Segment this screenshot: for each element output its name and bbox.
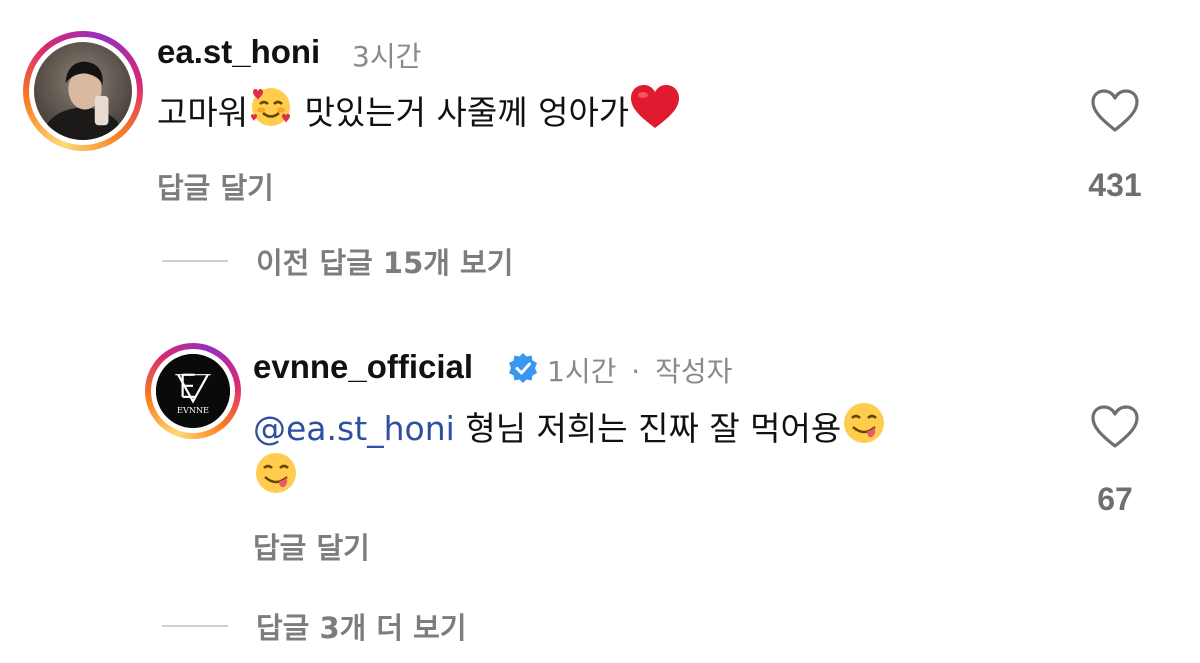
comment-text-part: 맛있는거 사줄께 엉아가 (294, 93, 630, 132)
face-savoring-food-icon (841, 400, 887, 461)
comment-text: @ea.st_honi 형님 저희는 진짜 잘 먹어용 (253, 400, 887, 461)
avatar-ea-st-honi[interactable] (23, 31, 143, 151)
comment-thread: ea.st_honi 3시간 고마워 맛있는거 사줄께 엉아가 답글 달기 43… (0, 0, 1200, 663)
comment-text-part: 형님 저희는 진짜 잘 먹어용 (454, 409, 842, 448)
reply-button[interactable]: 답글 달기 (253, 525, 370, 567)
smiling-face-with-hearts-icon (248, 84, 294, 145)
mention-link[interactable]: @ea.st_honi (253, 409, 455, 448)
comment-time: 1시간 (547, 355, 617, 388)
comment-username[interactable]: ea.st_honi (157, 33, 320, 71)
avatar-evnne-official[interactable]: EVNNE (145, 343, 241, 439)
like-count: 67 (1097, 481, 1133, 517)
meta-separator: · (631, 355, 641, 388)
comment-username[interactable]: evnne_official (253, 348, 473, 386)
divider-line (162, 260, 228, 262)
view-more-replies[interactable]: 답글 3개 더 보기 (162, 605, 467, 647)
comment-text: 고마워 맛있는거 사줄께 엉아가 (157, 84, 681, 145)
heart-icon[interactable] (1090, 404, 1140, 450)
comment-text-wrap (253, 450, 299, 511)
svg-text:EVNNE: EVNNE (177, 405, 209, 415)
heart-icon[interactable] (1090, 88, 1140, 134)
avatar-photo (34, 42, 132, 140)
author-label: 작성자 (655, 355, 733, 388)
view-replies-label: 이전 답글 15개 보기 (256, 246, 514, 280)
like-count: 431 (1088, 167, 1142, 203)
verified-badge-icon (507, 352, 539, 388)
view-previous-replies[interactable]: 이전 답글 15개 보기 (162, 240, 513, 282)
reply-button[interactable]: 답글 달기 (157, 165, 274, 207)
divider-line (162, 625, 228, 627)
red-heart-icon (629, 84, 681, 145)
comment-time: 3시간 (352, 40, 422, 73)
evnne-logo: EVNNE (156, 354, 230, 428)
comment-meta: 1시간 · 작성자 (547, 350, 732, 390)
view-replies-label: 답글 3개 더 보기 (256, 611, 467, 645)
face-savoring-food-icon (253, 450, 299, 511)
comment-text-part: 고마워 (157, 93, 249, 132)
